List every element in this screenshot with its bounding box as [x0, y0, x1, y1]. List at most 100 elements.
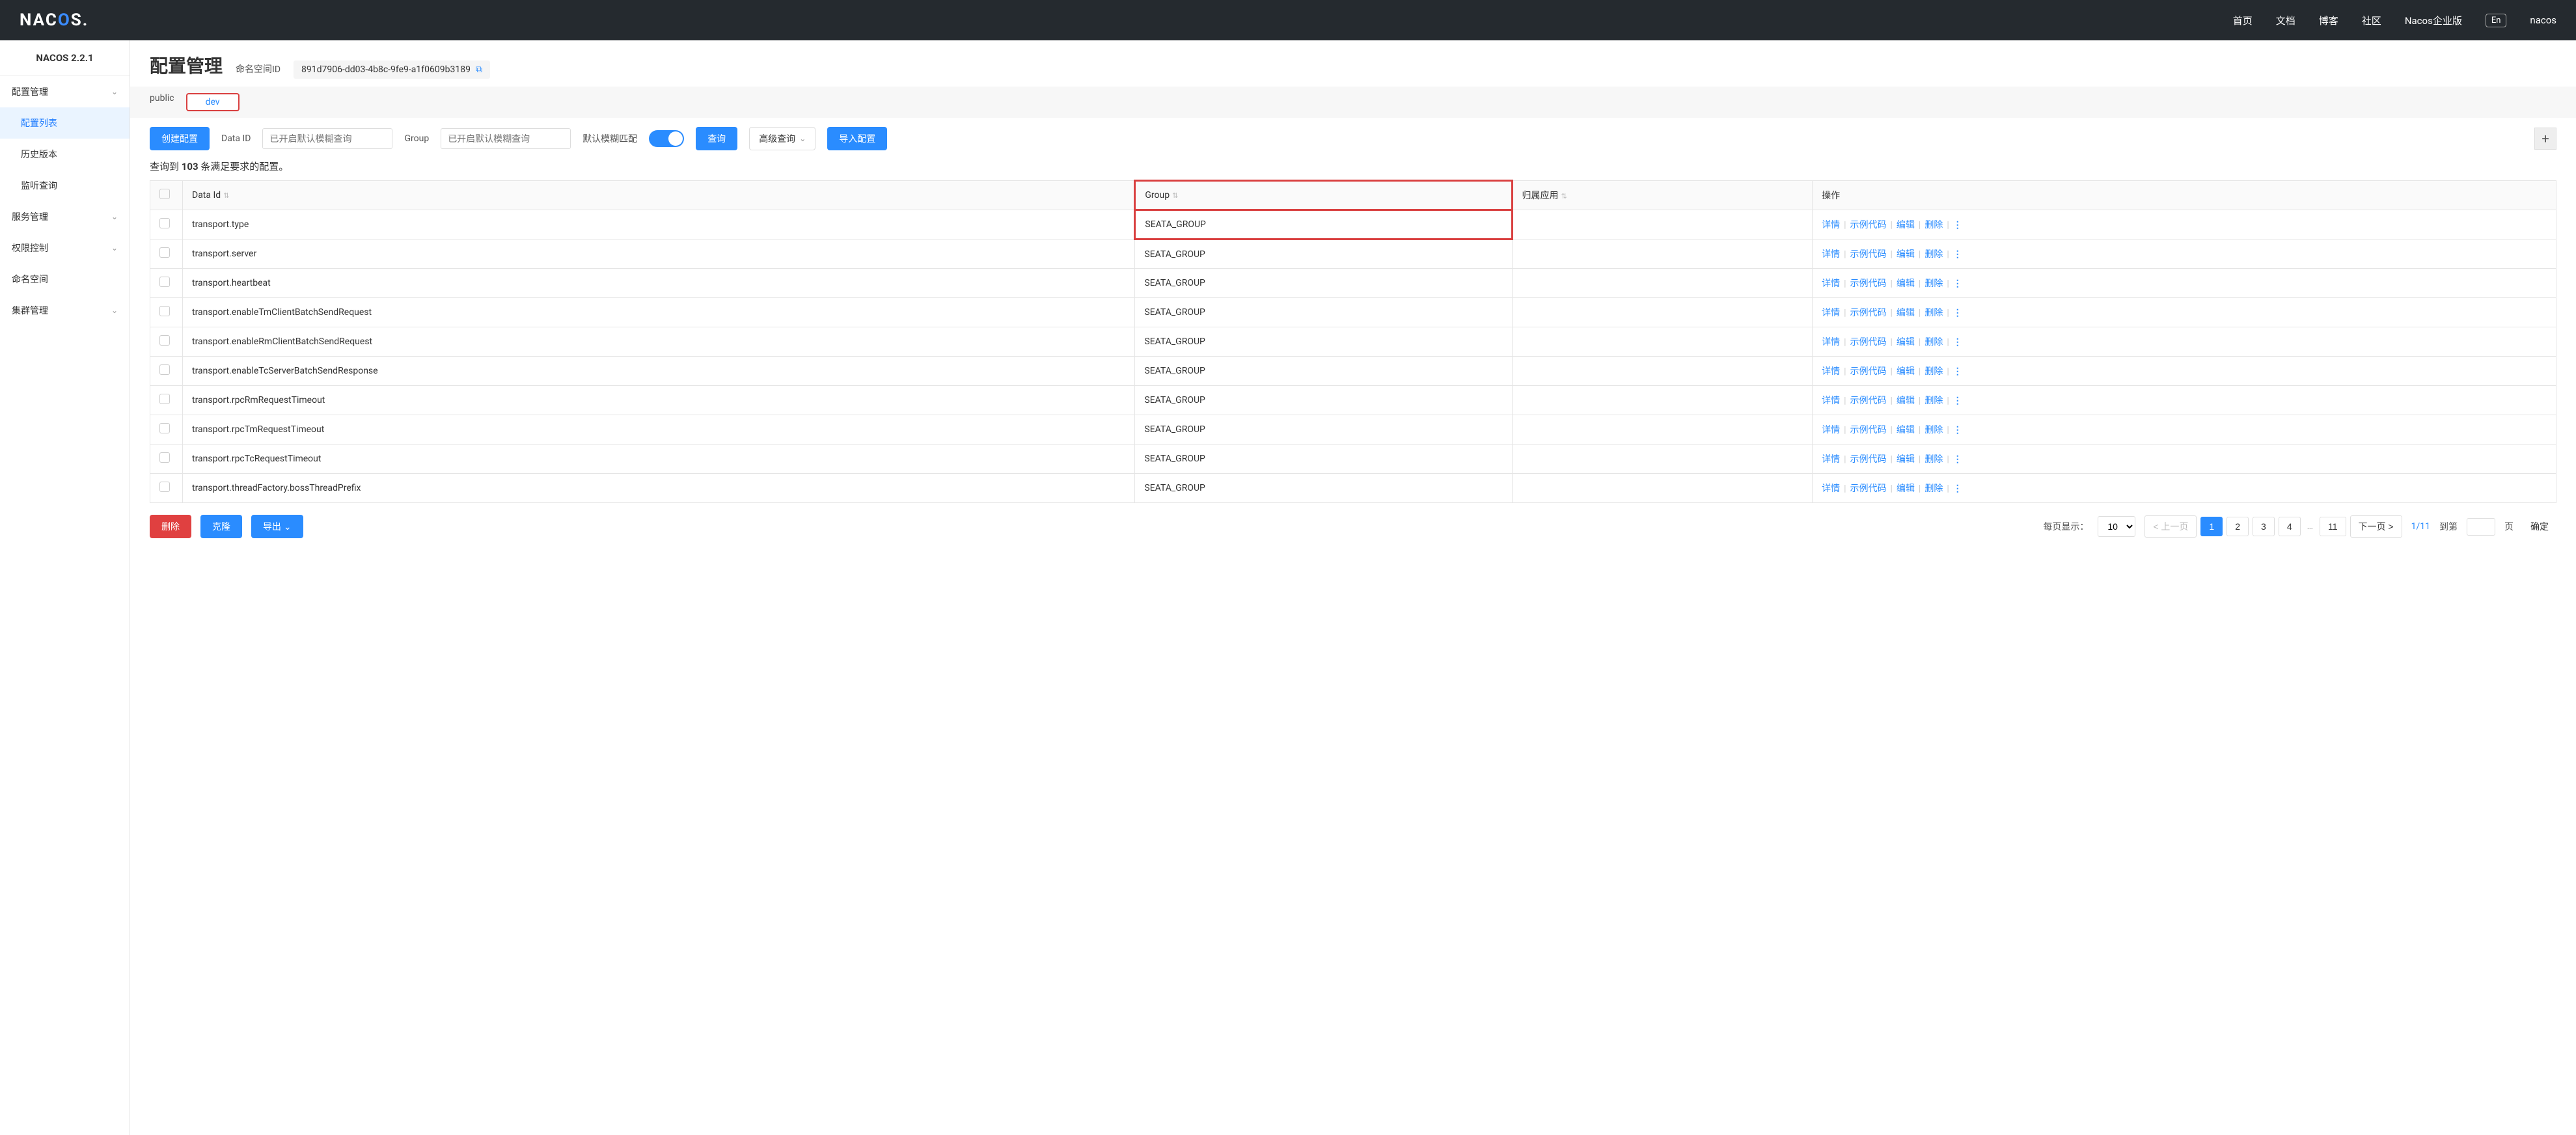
sidebar-item-config-list[interactable]: 配置列表 [0, 107, 130, 139]
action-delete[interactable]: 删除 [1925, 308, 1943, 318]
action-edit[interactable]: 编辑 [1897, 425, 1915, 435]
action-delete[interactable]: 删除 [1925, 249, 1943, 260]
action-example[interactable]: 示例代码 [1850, 484, 1887, 494]
action-edit[interactable]: 编辑 [1897, 279, 1915, 289]
row-checkbox[interactable] [159, 394, 170, 404]
sidebar-group-service[interactable]: 服务管理 ⌄ [0, 201, 130, 232]
sidebar-group-cluster[interactable]: 集群管理 ⌄ [0, 295, 130, 326]
clone-button[interactable]: 克隆 [200, 515, 242, 538]
topnav-blog[interactable]: 博客 [2319, 14, 2338, 27]
import-config-button[interactable]: 导入配置 [827, 127, 887, 150]
user-menu[interactable]: nacos [2530, 14, 2556, 26]
page-4[interactable]: 4 [2279, 517, 2301, 536]
action-example[interactable]: 示例代码 [1850, 337, 1887, 348]
jump-input[interactable] [2467, 518, 2495, 536]
row-checkbox[interactable] [159, 335, 170, 346]
col-group[interactable]: Group⇅ [1135, 181, 1512, 210]
action-delete[interactable]: 删除 [1925, 366, 1943, 377]
export-button[interactable]: 导出 ⌄ [251, 515, 303, 538]
action-detail[interactable]: 详情 [1822, 425, 1840, 435]
action-example[interactable]: 示例代码 [1850, 396, 1887, 406]
action-more-icon[interactable]: ⋮ [1953, 249, 1963, 260]
action-detail[interactable]: 详情 [1822, 337, 1840, 348]
tab-public[interactable]: public [150, 93, 174, 111]
lang-switch[interactable]: En [2486, 14, 2507, 27]
action-edit[interactable]: 编辑 [1897, 454, 1915, 465]
prev-page-button[interactable]: < 上一页 [2144, 515, 2197, 538]
pagesize-select[interactable]: 10 [2098, 516, 2135, 537]
row-checkbox[interactable] [159, 218, 170, 228]
row-checkbox[interactable] [159, 423, 170, 433]
row-checkbox[interactable] [159, 452, 170, 463]
action-example[interactable]: 示例代码 [1850, 308, 1887, 318]
action-detail[interactable]: 详情 [1822, 279, 1840, 289]
row-checkbox[interactable] [159, 482, 170, 492]
action-detail[interactable]: 详情 [1822, 308, 1840, 318]
action-delete[interactable]: 删除 [1925, 484, 1943, 494]
row-checkbox[interactable] [159, 364, 170, 375]
action-detail[interactable]: 详情 [1822, 484, 1840, 494]
action-example[interactable]: 示例代码 [1850, 220, 1887, 230]
dataid-input[interactable] [262, 128, 392, 149]
action-more-icon[interactable]: ⋮ [1953, 396, 1963, 406]
delete-button[interactable]: 删除 [150, 515, 191, 538]
action-detail[interactable]: 详情 [1822, 366, 1840, 377]
sidebar-item-history[interactable]: 历史版本 [0, 139, 130, 170]
action-more-icon[interactable]: ⋮ [1953, 279, 1963, 289]
sidebar-group-namespace[interactable]: 命名空间 [0, 264, 130, 295]
action-more-icon[interactable]: ⋮ [1953, 308, 1963, 318]
row-checkbox[interactable] [159, 247, 170, 258]
topnav-enterprise[interactable]: Nacos企业版 [2405, 14, 2462, 27]
action-edit[interactable]: 编辑 [1897, 220, 1915, 230]
page-11[interactable]: 11 [2320, 517, 2346, 536]
sidebar-group-config[interactable]: 配置管理 ⌄ [0, 76, 130, 107]
action-example[interactable]: 示例代码 [1850, 454, 1887, 465]
page-1[interactable]: 1 [2200, 517, 2223, 536]
topnav-docs[interactable]: 文档 [2276, 14, 2295, 27]
topnav-home[interactable]: 首页 [2233, 14, 2253, 27]
add-button[interactable]: + [2534, 128, 2556, 150]
topnav-community[interactable]: 社区 [2362, 14, 2381, 27]
fuzzy-switch[interactable] [649, 130, 684, 147]
row-checkbox[interactable] [159, 277, 170, 287]
action-edit[interactable]: 编辑 [1897, 366, 1915, 377]
action-edit[interactable]: 编辑 [1897, 308, 1915, 318]
action-edit[interactable]: 编辑 [1897, 337, 1915, 348]
page-2[interactable]: 2 [2227, 517, 2249, 536]
group-input[interactable] [441, 128, 571, 149]
action-example[interactable]: 示例代码 [1850, 249, 1887, 260]
query-button[interactable]: 查询 [696, 127, 737, 150]
tab-dev[interactable]: dev [186, 93, 240, 111]
action-edit[interactable]: 编辑 [1897, 484, 1915, 494]
action-delete[interactable]: 删除 [1925, 220, 1943, 230]
action-more-icon[interactable]: ⋮ [1953, 337, 1963, 348]
copy-icon[interactable]: ⧉ [476, 64, 482, 75]
action-example[interactable]: 示例代码 [1850, 279, 1887, 289]
col-app[interactable]: 归属应用⇅ [1512, 181, 1813, 210]
sidebar-item-listen-query[interactable]: 监听查询 [0, 170, 130, 201]
action-delete[interactable]: 删除 [1925, 454, 1943, 465]
action-more-icon[interactable]: ⋮ [1953, 454, 1963, 465]
action-detail[interactable]: 详情 [1822, 220, 1840, 230]
action-example[interactable]: 示例代码 [1850, 425, 1887, 435]
action-more-icon[interactable]: ⋮ [1953, 366, 1963, 377]
next-page-button[interactable]: 下一页 > [2350, 515, 2402, 538]
jump-confirm-button[interactable]: 确定 [2523, 516, 2556, 537]
action-delete[interactable]: 删除 [1925, 337, 1943, 348]
action-edit[interactable]: 编辑 [1897, 249, 1915, 260]
action-more-icon[interactable]: ⋮ [1953, 220, 1963, 230]
action-delete[interactable]: 删除 [1925, 425, 1943, 435]
action-delete[interactable]: 删除 [1925, 396, 1943, 406]
action-example[interactable]: 示例代码 [1850, 366, 1887, 377]
col-dataid[interactable]: Data Id⇅ [183, 181, 1135, 210]
create-config-button[interactable]: 创建配置 [150, 127, 210, 150]
action-detail[interactable]: 详情 [1822, 396, 1840, 406]
action-delete[interactable]: 删除 [1925, 279, 1943, 289]
sidebar-group-auth[interactable]: 权限控制 ⌄ [0, 232, 130, 264]
action-more-icon[interactable]: ⋮ [1953, 484, 1963, 494]
page-3[interactable]: 3 [2253, 517, 2275, 536]
row-checkbox[interactable] [159, 306, 170, 316]
advanced-search-button[interactable]: 高级查询 ⌄ [749, 127, 815, 150]
action-detail[interactable]: 详情 [1822, 454, 1840, 465]
select-all-checkbox[interactable] [159, 189, 170, 199]
